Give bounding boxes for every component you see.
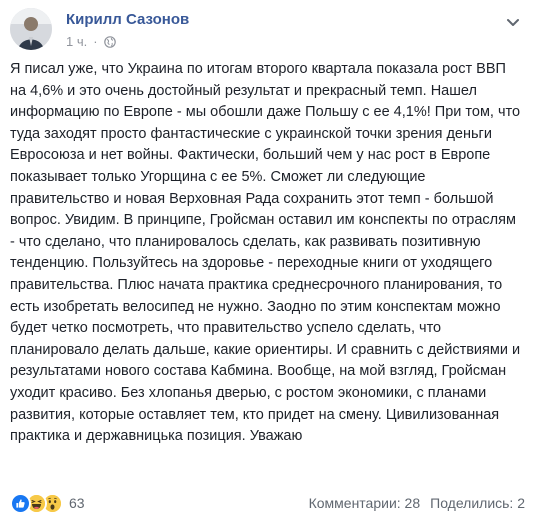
like-icon	[10, 492, 31, 514]
author-name[interactable]: Кирилл Сазонов	[66, 11, 189, 28]
globe-icon[interactable]	[103, 35, 116, 48]
meta-separator: ·	[93, 34, 98, 49]
avatar-photo	[10, 8, 52, 50]
post-header: Кирилл Сазонов 1 ч. ·	[10, 8, 525, 52]
avatar[interactable]	[10, 8, 52, 50]
comments-count-link[interactable]: Комментарии: 28	[309, 495, 421, 511]
post-paragraph: Я писал уже, что Украина по итогам второ…	[10, 61, 521, 445]
facebook-post: Кирилл Сазонов 1 ч. · Я писал уже, что У…	[0, 0, 535, 523]
chevron-down-icon[interactable]	[505, 14, 521, 30]
post-meta: 1 ч. ·	[66, 34, 116, 49]
shares-count-link[interactable]: Поделились: 2	[430, 495, 525, 511]
post-text: Я писал уже, что Украина по итогам второ…	[10, 59, 522, 448]
reactions[interactable]: 63	[10, 492, 85, 514]
post-time[interactable]: 1 ч.	[66, 34, 87, 49]
reaction-count: 63	[69, 495, 85, 511]
post-footer: 63 Комментарии: 28 Поделились: 2	[10, 491, 525, 515]
post-stats: Комментарии: 28 Поделились: 2	[309, 495, 525, 511]
